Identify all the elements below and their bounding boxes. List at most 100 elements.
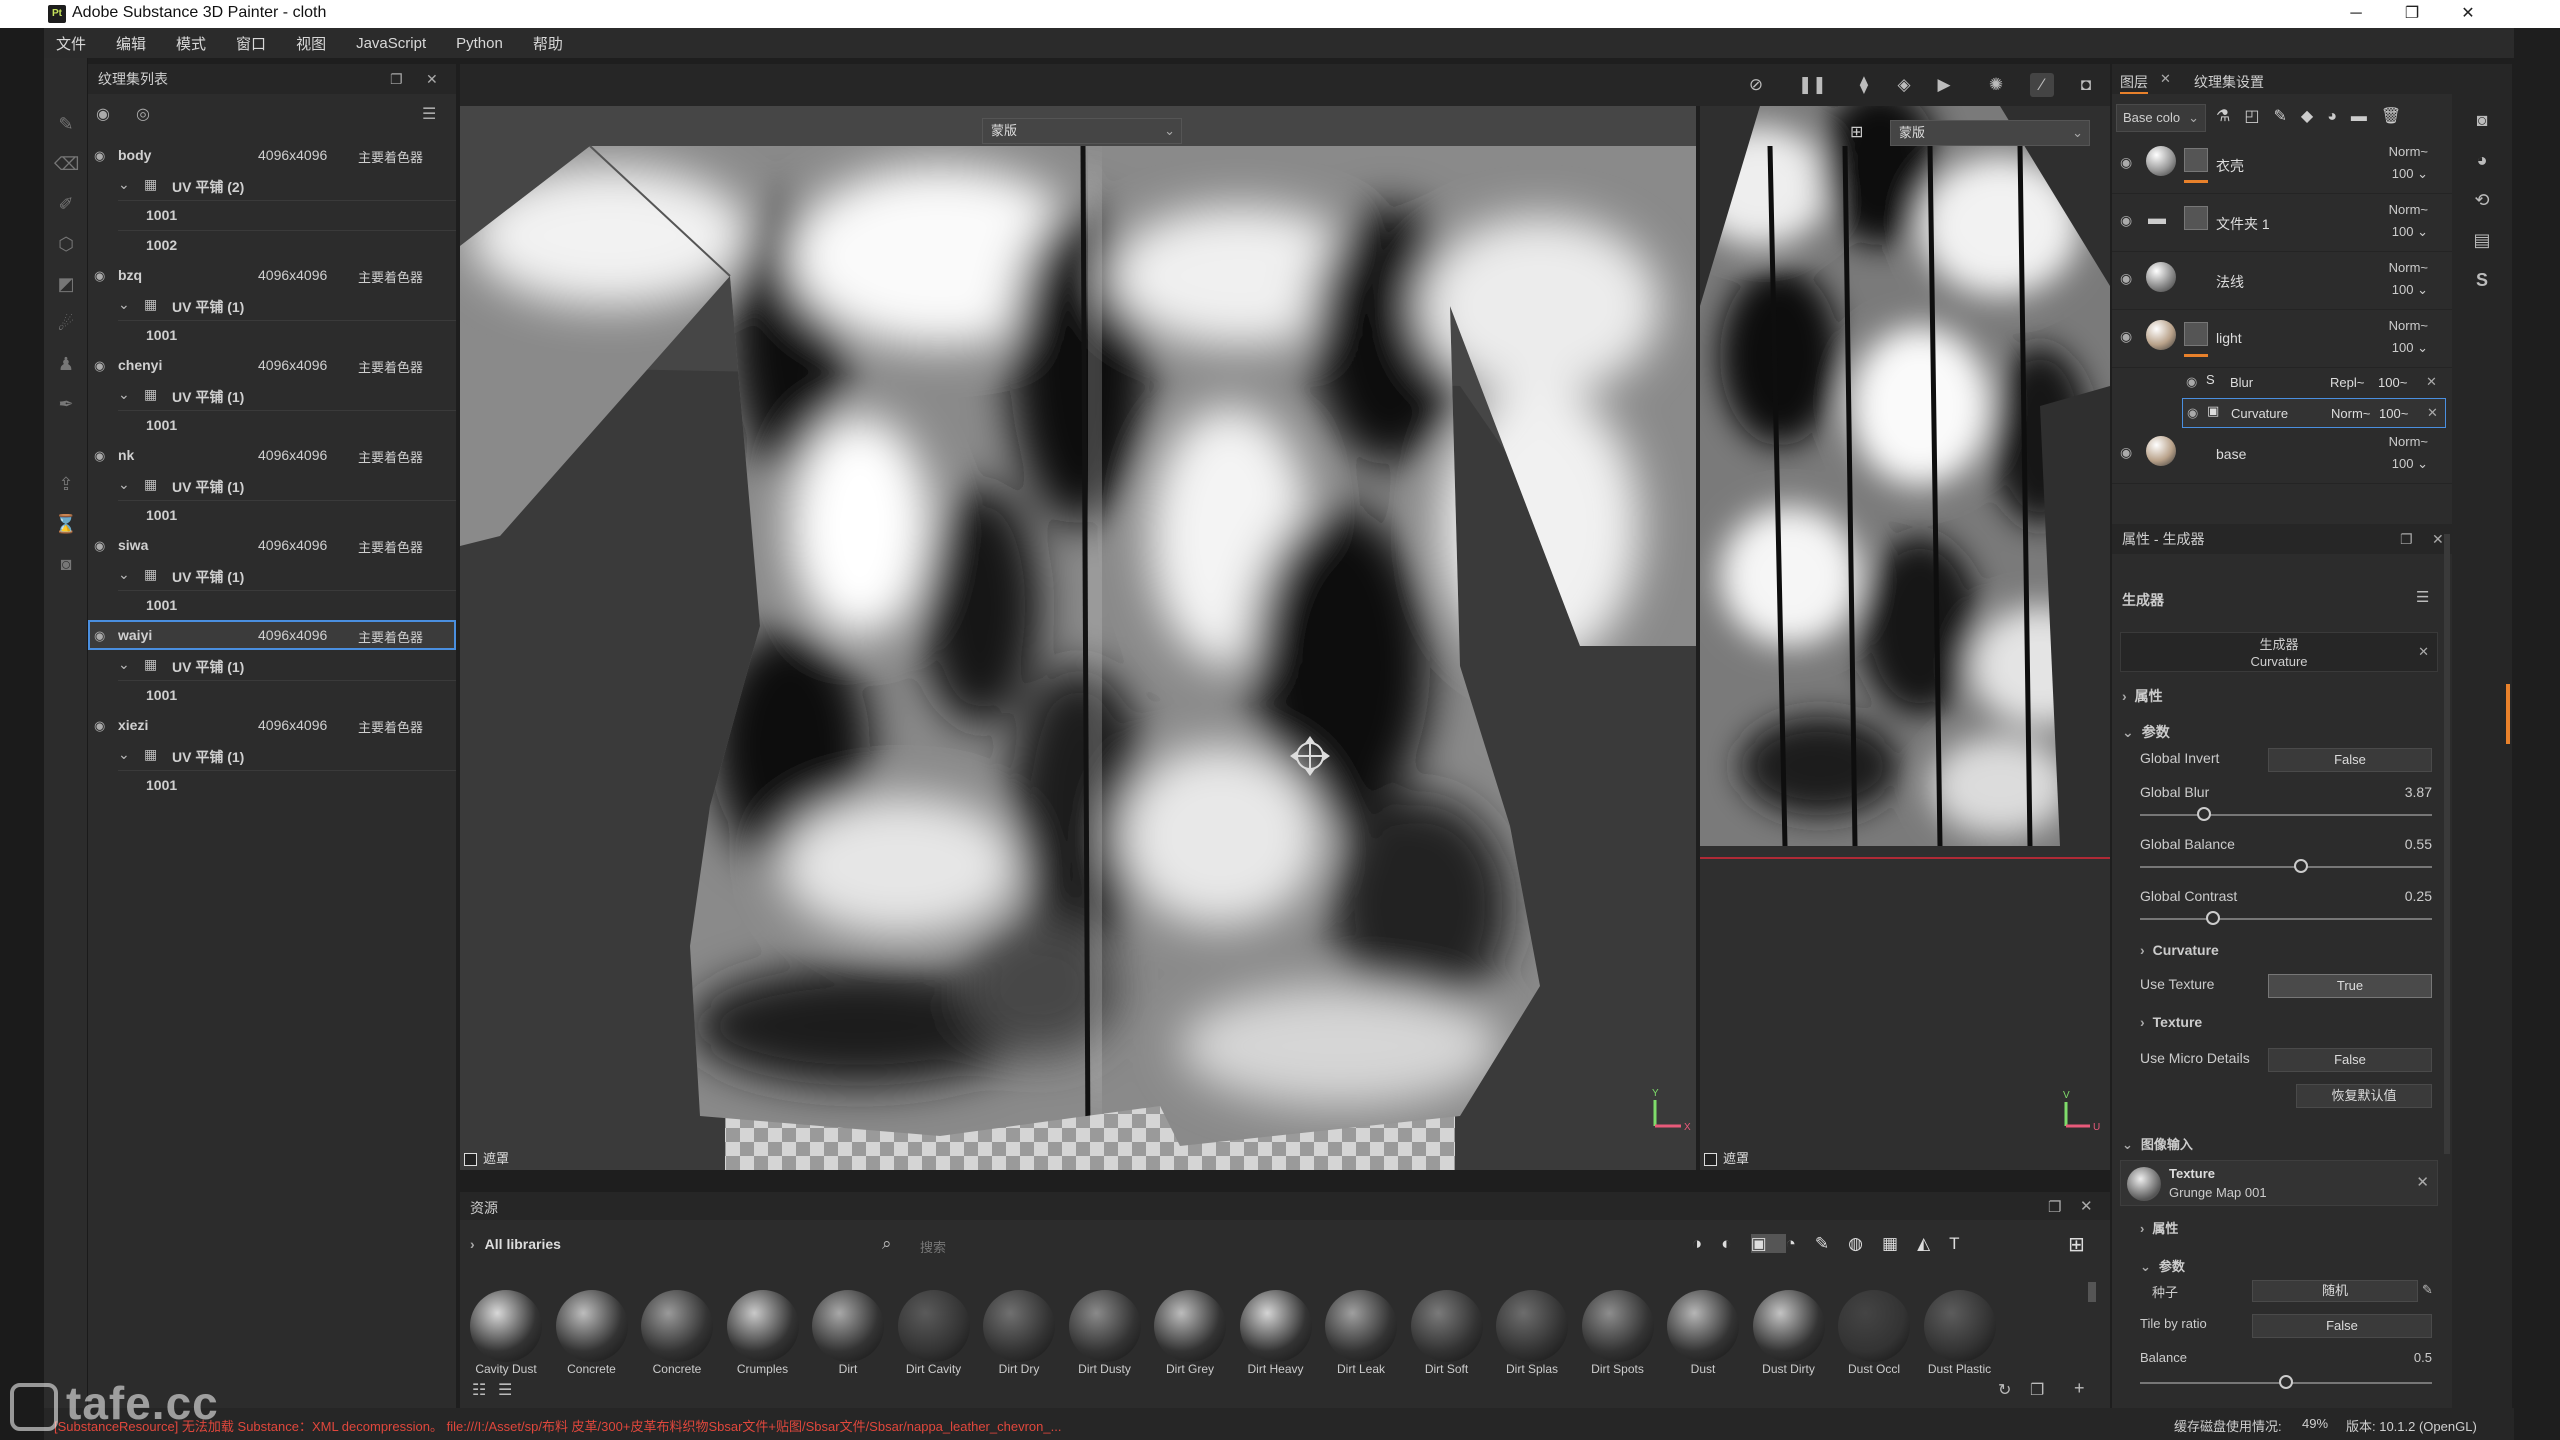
grid-view-icon[interactable]: ⊞ (2068, 1232, 2085, 1257)
layer-opacity[interactable]: 100 ⌄ (2392, 340, 2428, 356)
eye-icon[interactable]: ◉ (94, 358, 105, 374)
eye-icon[interactable]: ◉ (94, 628, 105, 644)
chevron-down-icon[interactable]: ⌄ (118, 386, 130, 403)
global-contrast-knob[interactable] (2206, 911, 2220, 925)
asset-thumbnail[interactable] (1410, 1290, 1483, 1362)
texture-set-row[interactable]: ◉ body 4096x4096 主要着色器 (88, 140, 456, 170)
eye-icon[interactable]: ◉ (2120, 444, 2132, 461)
layer-opacity[interactable]: 100 ⌄ (2392, 456, 2428, 472)
clone-stamp-icon[interactable]: ♟ (54, 352, 78, 376)
eye-icon[interactable]: ◉ (2120, 154, 2132, 171)
brush-filter-icon[interactable]: ✎ (1815, 1234, 1848, 1253)
eye-icon[interactable]: ◎ (136, 104, 150, 124)
mask-checkbox-3d[interactable] (464, 1153, 477, 1167)
material-filter-icon[interactable]: ◑ (1692, 1234, 1721, 1253)
pause-icon[interactable]: ❚❚ (1798, 73, 1827, 97)
layer-opacity[interactable]: 100 ⌄ (2392, 282, 2428, 298)
smudge-icon[interactable]: ☄ (54, 312, 78, 336)
menu-mode[interactable]: 模式 (176, 33, 206, 54)
eye-icon[interactable]: ◉ (94, 448, 105, 464)
sort-icon[interactable]: ☰ (498, 1380, 512, 1400)
texture-set-row[interactable]: ◉ chenyi 4096x4096 主要着色器 (88, 350, 456, 380)
hide-icon[interactable]: ⊘ (1744, 73, 1768, 97)
add-mask-icon[interactable]: ◰ (2244, 108, 2273, 125)
remove-generator-icon[interactable]: ✕ (2418, 643, 2429, 660)
layer-row[interactable]: ◉ base Norm~ 100 ⌄ (2112, 426, 2452, 484)
layer-row[interactable]: ◉ 法线 Norm~ 100 ⌄ (2112, 252, 2452, 310)
add-fill-layer-icon[interactable]: ◆ (2301, 108, 2327, 125)
float-panel-icon[interactable]: ❐ (2048, 1198, 2061, 1216)
mask-toggle-2d[interactable]: 遮罩 (1704, 1148, 1749, 1167)
global-invert-toggle[interactable]: False (2268, 748, 2432, 772)
generator-selector[interactable]: 生成器 Curvature ✕ (2120, 632, 2438, 672)
effect-blend[interactable]: Norm~ (2331, 406, 2370, 421)
global-contrast-value[interactable]: 0.25 (2392, 888, 2432, 904)
effect-row[interactable]: ◉ ▣ Curvature Norm~ 100~ ✕ (2182, 398, 2446, 428)
layer-blend-mode[interactable]: Norm~ (2389, 318, 2428, 333)
asset-thumbnail[interactable] (555, 1290, 628, 1362)
uv-tile-row[interactable]: 1001 (88, 320, 456, 350)
attr-group[interactable]: › 属性 (2122, 686, 2462, 706)
symmetry-icon[interactable]: ⧫ (1852, 73, 1876, 97)
menu-file[interactable]: 文件 (56, 33, 86, 54)
asset-thumbnail[interactable] (1496, 1290, 1568, 1362)
layer-name[interactable]: light (2216, 330, 2242, 346)
menu-window[interactable]: 窗口 (236, 33, 266, 54)
assets-search[interactable]: ⌕ 搜索 (880, 1232, 1280, 1258)
section-menu-icon[interactable]: ☰ (2416, 588, 2429, 606)
uv-tiles-row[interactable]: ⌄ ▦ UV 平铺 (2) (88, 170, 456, 200)
panel-menu-icon[interactable]: ☰ (422, 104, 436, 124)
texture-set-shader[interactable]: 主要着色器 (358, 147, 423, 166)
brush-mode-icon[interactable]: ⁄ (2030, 73, 2054, 97)
eye-icon[interactable]: ◉ (2186, 374, 2197, 390)
viewport-3d[interactable]: Y X 蒙版 ⌄ 遮罩 (460, 106, 1696, 1170)
environment-filter-icon[interactable]: ◭ (1917, 1234, 1949, 1253)
layer-mask-thumbnail[interactable] (2184, 322, 2208, 346)
menu-view[interactable]: 视图 (296, 33, 326, 54)
history-icon[interactable]: ⟲ (2470, 188, 2494, 212)
float-panel-icon[interactable]: ❐ (390, 71, 403, 88)
export-icon[interactable]: ⇪ (54, 472, 78, 496)
uv-layout-icon[interactable]: ⊞ (1850, 122, 1863, 142)
image-input-group[interactable]: ⌄ 图像输入 (2122, 1134, 2462, 1153)
asset-thumbnail[interactable] (1239, 1290, 1312, 1362)
global-balance-value[interactable]: 0.55 (2392, 836, 2432, 852)
particle-filter-icon[interactable]: ◍ (1848, 1234, 1882, 1253)
add-smart-mask-icon[interactable]: ◕ (2327, 108, 2351, 125)
properties-scrollbar[interactable] (2444, 534, 2450, 1154)
global-balance-slider[interactable] (2140, 866, 2432, 868)
mask-toggle-3d[interactable]: 遮罩 (464, 1148, 509, 1167)
eye-icon[interactable]: ◉ (94, 148, 105, 164)
asset-thumbnail[interactable] (1325, 1290, 1397, 1362)
uv-tile-row[interactable]: 1001 (88, 410, 456, 440)
polygon-fill-icon[interactable]: ◩ (54, 272, 78, 296)
texture-group[interactable]: › Texture (2140, 1014, 2480, 1030)
tab-texture-set-settings[interactable]: 纹理集设置 (2194, 72, 2264, 92)
texture-set-row[interactable]: ◉ waiyi 4096x4096 主要着色器 (88, 620, 456, 650)
effect-opacity[interactable]: 100~ (2378, 375, 2407, 390)
asset-thumbnail[interactable] (641, 1290, 713, 1362)
float-panel-icon[interactable]: ❐ (2400, 531, 2413, 548)
uv-tile-row[interactable]: 1001 (88, 680, 456, 710)
viewport-3d-mode-dropdown[interactable]: 蒙版 ⌄ (982, 118, 1182, 144)
close-tab-icon[interactable]: ✕ (2160, 71, 2171, 87)
eye-icon[interactable]: ◉ (2120, 212, 2132, 229)
add-effect-icon[interactable]: ⚗ (2216, 108, 2244, 125)
asset-thumbnail[interactable] (1667, 1290, 1739, 1362)
mask-checkbox-2d[interactable] (1704, 1153, 1717, 1167)
effect-row[interactable]: ◉ S Blur Repl~ 100~ ✕ (2182, 368, 2446, 398)
uv-tiles-row[interactable]: ⌄ ▦ UV 平铺 (1) (88, 560, 456, 590)
generator-filter-icon[interactable]: ◔ (1786, 1234, 1815, 1253)
uv-tiles-row[interactable]: ⌄ ▦ UV 平铺 (1) (88, 290, 456, 320)
layer-name[interactable]: 法线 (2216, 272, 2244, 292)
chevron-down-icon[interactable]: ⌄ (118, 746, 130, 763)
seed-random-button[interactable]: 随机 (2252, 1280, 2418, 1302)
uv-tiles-row[interactable]: ⌄ ▦ UV 平铺 (1) (88, 380, 456, 410)
edit-seed-icon[interactable]: ✎ (2422, 1282, 2433, 1298)
balance-knob[interactable] (2279, 1375, 2293, 1389)
tile-by-ratio-toggle[interactable]: False (2252, 1314, 2432, 1338)
uv-tiles-row[interactable]: ⌄ ▦ UV 平铺 (1) (88, 470, 456, 500)
global-blur-value[interactable]: 3.87 (2392, 784, 2432, 800)
layer-opacity[interactable]: 100 ⌄ (2392, 166, 2428, 182)
channel-dropdown[interactable]: Base colo ⌄ (2116, 104, 2206, 132)
